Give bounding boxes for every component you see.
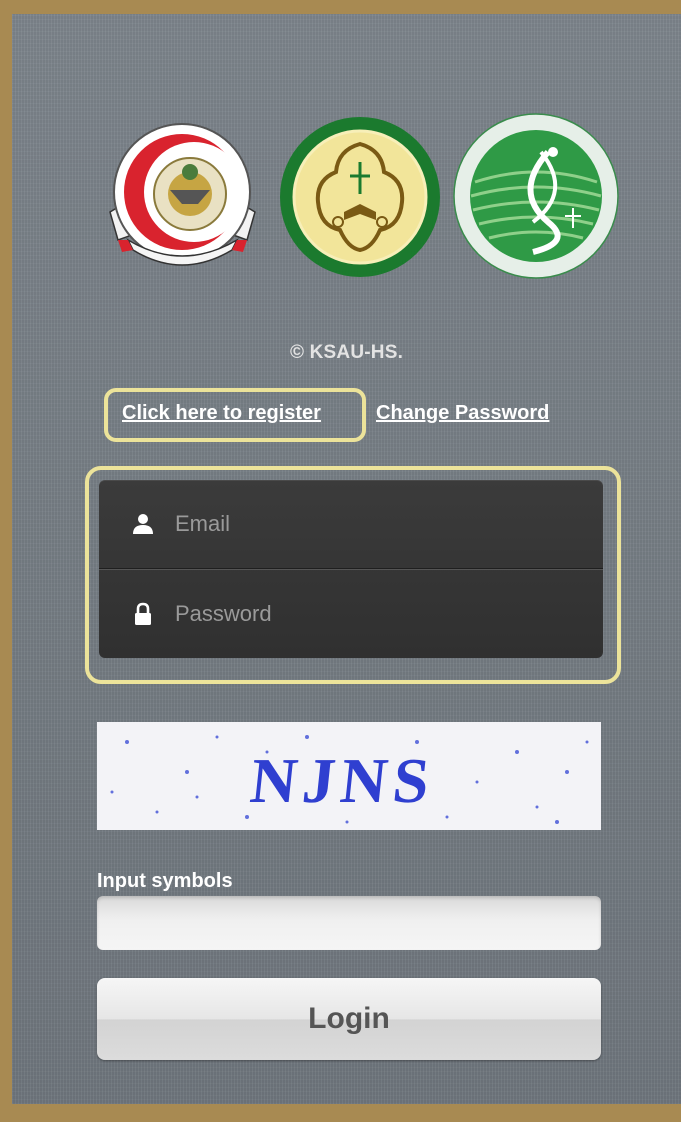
password-row bbox=[99, 569, 603, 658]
register-link[interactable]: Click here to register bbox=[122, 402, 321, 425]
login-panel: © KSAU-HS. Click here to register Change… bbox=[12, 14, 681, 1104]
change-password-link[interactable]: Change Password bbox=[376, 402, 549, 425]
auth-links: Click here to register Change Password bbox=[104, 388, 604, 446]
login-button[interactable]: Login bbox=[97, 978, 601, 1060]
password-field[interactable] bbox=[173, 600, 557, 628]
email-row bbox=[99, 480, 603, 569]
research-center-logo bbox=[453, 112, 619, 280]
logos-row bbox=[100, 112, 620, 282]
medical-services-logo bbox=[100, 112, 265, 282]
user-icon bbox=[133, 514, 153, 534]
captcha-image: NJNS bbox=[97, 722, 601, 830]
credentials-box bbox=[99, 480, 603, 658]
input-symbols-label: Input symbols bbox=[97, 870, 233, 892]
credentials-highlight bbox=[85, 466, 621, 684]
copyright-text: © KSAU-HS. bbox=[289, 342, 404, 363]
email-field[interactable] bbox=[173, 510, 557, 538]
captcha-text: NJNS bbox=[247, 745, 438, 816]
ksau-hs-logo bbox=[278, 114, 442, 280]
lock-icon bbox=[135, 602, 151, 625]
captcha-input[interactable] bbox=[97, 896, 601, 950]
